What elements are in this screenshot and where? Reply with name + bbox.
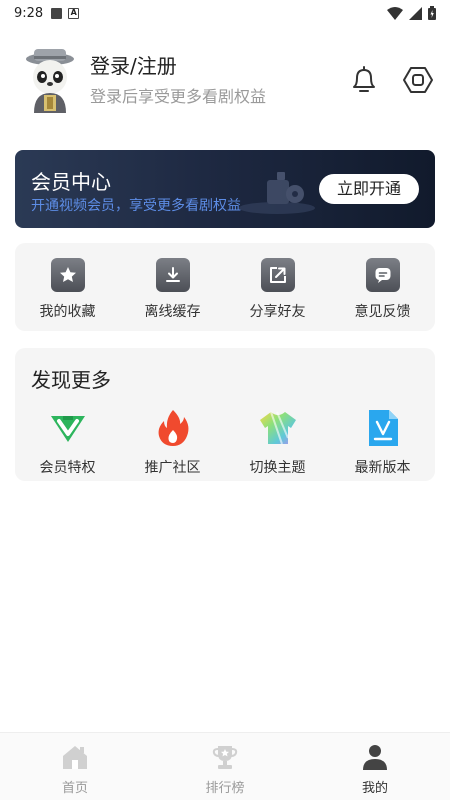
- status-time: 9:28: [14, 5, 44, 21]
- promotion-community-label: 推广社区: [144, 460, 201, 476]
- bell-icon[interactable]: [348, 64, 380, 96]
- quick-actions-panel: 我的收藏 离线缓存 分享好友 意见反馈: [15, 243, 435, 331]
- download-icon: [155, 258, 190, 292]
- nav-home-label: 首页: [61, 781, 88, 796]
- discover-title: 发现更多: [31, 368, 111, 392]
- nav-ranking-label: 排行榜: [205, 781, 245, 796]
- feedback-label: 意见反馈: [354, 304, 411, 320]
- switch-theme-item[interactable]: 切换主题: [225, 408, 330, 477]
- image-notification-icon: [51, 7, 63, 19]
- favorites-item[interactable]: 我的收藏: [15, 258, 120, 321]
- theme-shirt-icon: [259, 411, 296, 445]
- trophy-icon: [212, 746, 238, 769]
- settings-hexagon-icon[interactable]: [402, 64, 434, 96]
- latest-version-item[interactable]: 最新版本: [330, 408, 435, 477]
- flame-icon: [158, 410, 188, 446]
- offline-cache-label: 离线缓存: [144, 304, 201, 320]
- home-icon: [63, 746, 87, 769]
- nav-ranking[interactable]: 排行榜: [150, 733, 300, 800]
- login-subtitle: 登录后享受更多看剧权益: [90, 87, 267, 106]
- share-friends-item[interactable]: 分享好友: [225, 258, 330, 321]
- cell-signal-icon: [409, 6, 422, 20]
- feedback-icon: [365, 258, 400, 292]
- switch-theme-label: 切换主题: [249, 460, 306, 476]
- avatar[interactable]: [20, 47, 80, 113]
- status-bar: 9:28 A: [0, 0, 450, 26]
- share-icon: [260, 258, 295, 292]
- vip-center-card[interactable]: 会员中心 开通视频会员，享受更多看剧权益 立即开通: [15, 150, 435, 228]
- a-notification-icon: A: [68, 7, 80, 19]
- offline-cache-item[interactable]: 离线缓存: [120, 258, 225, 321]
- nav-home[interactable]: 首页: [0, 733, 150, 800]
- person-icon: [363, 745, 387, 770]
- nav-mine-label: 我的: [361, 781, 388, 796]
- open-vip-button[interactable]: 立即开通: [319, 174, 419, 204]
- star-icon: [50, 258, 85, 292]
- latest-version-label: 最新版本: [354, 460, 411, 476]
- vip-privilege-label: 会员特权: [39, 460, 96, 476]
- vip-privilege-item[interactable]: 会员特权: [15, 408, 120, 477]
- vip-center-title: 会员中心: [31, 170, 111, 194]
- feedback-item[interactable]: 意见反馈: [330, 258, 435, 321]
- nav-mine[interactable]: 我的: [300, 733, 450, 800]
- battery-icon: [428, 6, 436, 20]
- login-register-title[interactable]: 登录/注册: [90, 53, 266, 79]
- bottom-nav: 首页 排行榜 我的: [0, 732, 450, 800]
- profile-header[interactable]: 登录/注册 登录后享受更多看剧权益: [20, 44, 434, 116]
- share-friends-label: 分享好友: [249, 304, 306, 320]
- discover-panel: 发现更多 会员特权 推广社区 切换主题 最新版本: [15, 348, 435, 481]
- promotion-community-item[interactable]: 推广社区: [120, 408, 225, 477]
- favorites-label: 我的收藏: [39, 304, 96, 320]
- vip-center-subtitle: 开通视频会员，享受更多看剧权益: [31, 198, 241, 214]
- vip-privilege-icon: [50, 416, 85, 442]
- film-decoration-icon: [239, 172, 315, 214]
- wifi-icon: [387, 6, 403, 20]
- version-file-icon: [368, 410, 398, 446]
